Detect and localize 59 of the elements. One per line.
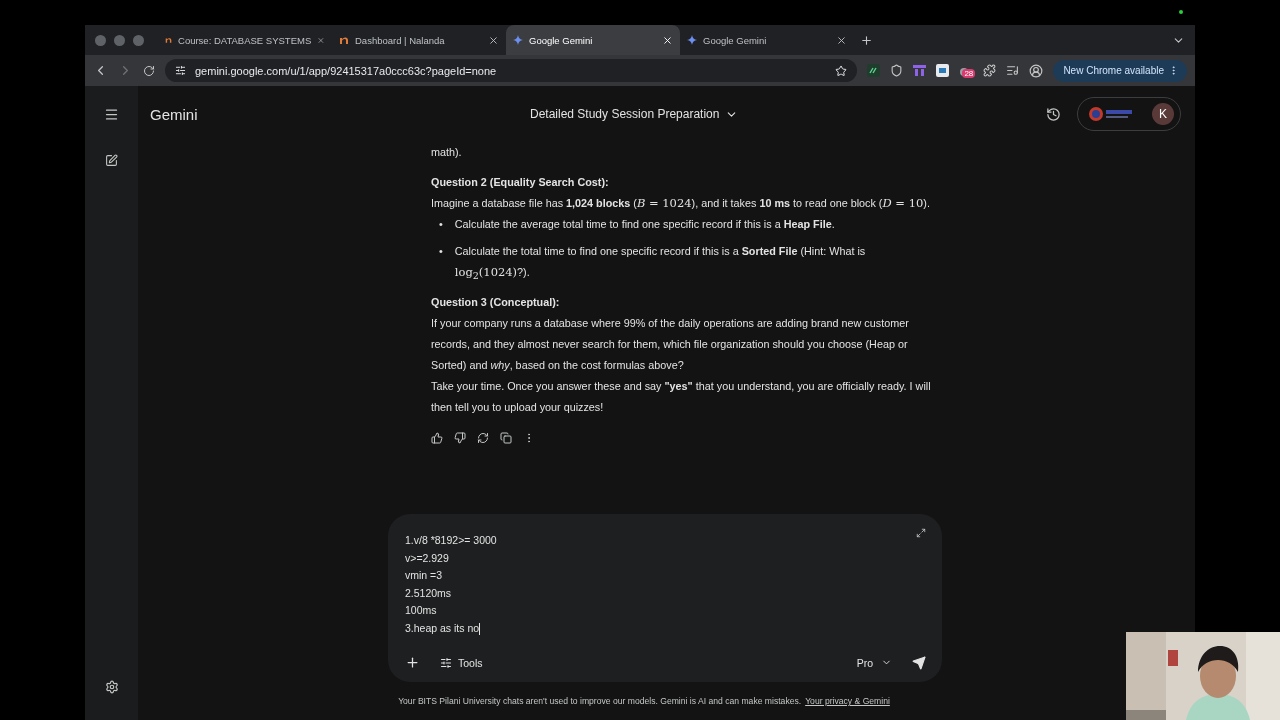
reload-icon[interactable]	[143, 64, 155, 77]
minimize-window-icon[interactable]	[114, 34, 125, 46]
thumbs-up-icon[interactable]	[431, 432, 443, 444]
browser-tab[interactable]: Dashboard | Nalanda	[332, 25, 506, 55]
new-chat-icon[interactable]	[105, 154, 118, 167]
question-heading: Question 2 (Equality Search Cost):	[431, 175, 610, 190]
update-button[interactable]: New Chrome available	[1053, 59, 1187, 82]
sparkle-icon	[687, 35, 697, 45]
tools-button[interactable]: Tools	[434, 656, 483, 669]
chat-title[interactable]: Detailed Study Session Preparation	[530, 107, 739, 121]
regenerate-icon[interactable]	[477, 432, 489, 444]
bullet-marker: •	[439, 244, 443, 259]
site-settings-icon[interactable]	[175, 65, 186, 76]
status-dot	[1179, 10, 1183, 14]
message-paragraph: Imagine a database file has 1,024 blocks (B = 1024), and it takes 10 ms to read one block (D = 10).	[431, 195, 931, 212]
settings-icon[interactable]	[104, 680, 119, 694]
prompt-box[interactable]: 1.v/8 *8192>= 3000 v>=2.929 vmin =3 2.5120ms 100ms 3.heap as its no Tools Pro	[388, 514, 942, 682]
message-paragraph: Take your time. Once you answer these and say "yes" that you understand, you are officially ready. I will then tell you to upload your quizzes!	[431, 379, 932, 415]
sliders-icon	[440, 656, 452, 669]
model-selector[interactable]: Pro	[850, 655, 898, 670]
avatar[interactable]: K	[1152, 103, 1174, 125]
bullet-item: Calculate the average total time to find one specific record if this is a Heap File.	[454, 217, 836, 232]
close-icon[interactable]	[836, 34, 847, 46]
expand-icon[interactable]	[916, 528, 926, 538]
notification-badge: 28	[962, 68, 976, 78]
sparkle-icon	[513, 35, 523, 45]
browser-tab[interactable]: Google Gemini	[506, 25, 680, 55]
question-heading: Question 3 (Conceptual):	[431, 295, 561, 310]
media-icon[interactable]	[1006, 64, 1020, 77]
extension-icon[interactable]	[936, 64, 950, 77]
browser-tab[interactable]: Course: DATABASE SYSTEMS	[158, 25, 332, 55]
menu-icon[interactable]	[104, 107, 119, 122]
profile-icon[interactable]	[1029, 63, 1044, 78]
message-paragraph: math).	[431, 145, 463, 160]
thumbs-down-icon[interactable]	[454, 432, 466, 444]
shield-icon[interactable]	[890, 64, 904, 77]
bookmark-star-icon[interactable]	[835, 64, 848, 77]
n-logo-icon	[165, 35, 173, 45]
new-tab-icon[interactable]	[860, 33, 873, 47]
browser-tab[interactable]: Google Gemini	[680, 25, 854, 55]
send-icon[interactable]	[912, 655, 926, 670]
bullet-item: Calculate the total time to find one specific record if this is a Sorted File (Hint: What is log$_{2}$(1024)?).	[454, 244, 867, 283]
history-icon[interactable]	[1046, 106, 1061, 122]
close-icon[interactable]	[662, 34, 673, 46]
prompt-text: 1.v/8 *8192>= 3000 v>=2.929 vmin =3 2.5120ms 100ms 3.heap as its no	[405, 533, 497, 638]
add-icon[interactable]	[405, 655, 420, 670]
bullet-marker: •	[439, 217, 443, 232]
disclaimer-text: Your BITS Pilani University chats aren't used to improve our models. Gemini is AI and can make mistakes.	[398, 696, 802, 706]
extension-icon[interactable]	[867, 64, 881, 77]
close-icon[interactable]	[488, 34, 499, 46]
address-bar[interactable]: gemini.google.com/u/1/app/92415317a0ccc63c?pageId=none	[165, 59, 858, 82]
message-paragraph: If your company runs a database where 99% of the daily operations are adding brand new customer records, and they almost never search for them, which file organization should you choose (Heap or Sorted) and why, based on the cost formulas above?	[431, 316, 910, 373]
n-logo-icon	[339, 35, 349, 45]
close-window-icon[interactable]	[95, 34, 106, 46]
zoom-window-icon[interactable]	[133, 34, 144, 46]
puzzle-icon[interactable]	[983, 64, 997, 77]
copy-icon[interactable]	[500, 432, 512, 444]
privacy-link[interactable]: Your privacy & Gemini	[805, 696, 890, 706]
app-name: Gemini	[150, 105, 199, 123]
